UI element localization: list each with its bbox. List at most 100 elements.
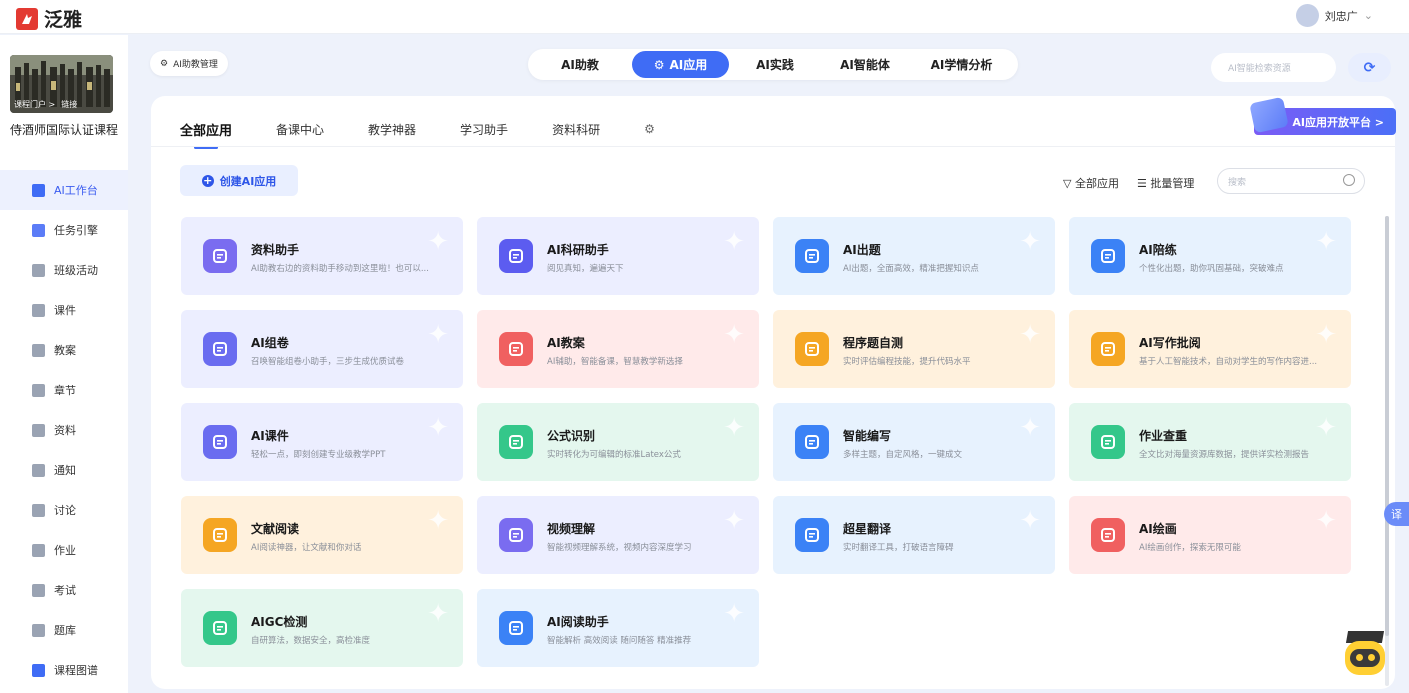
app-card[interactable]: 智能编写 多样主题，自定风格，一键成文 ✦: [773, 403, 1055, 481]
ai-workbench-icon: [32, 183, 45, 197]
chart-bubble-icon: [203, 239, 237, 273]
reading-icon: [499, 611, 533, 645]
tab-ai-assistant[interactable]: AI助教: [528, 51, 632, 78]
sidebar-item-1[interactable]: 任务引擎: [0, 210, 128, 250]
app-description: 自研算法，数据安全，高检准度: [251, 636, 371, 646]
chevron-down-icon: ⌄: [1363, 9, 1373, 22]
sidebar-item-label: 课件: [54, 304, 76, 317]
search-icon[interactable]: [1343, 174, 1355, 186]
avatar[interactable]: [1295, 4, 1319, 27]
app-title: 资料助手: [251, 243, 300, 257]
sidebar-item-0[interactable]: AI工作台: [0, 170, 128, 210]
apps-panel: 全部应用 备课中心 教学神器 学习助手 资料科研 ⚙ AI应用开放平台 > + …: [151, 96, 1396, 689]
platform-badge-icon: [1249, 96, 1289, 134]
app-card[interactable]: AI出题 AI出题，全面高效，精准把握知识点 ✦: [773, 217, 1055, 295]
scrollbar-thumb[interactable]: [1385, 216, 1389, 636]
tab-research[interactable]: 资料科研: [552, 109, 600, 149]
app-card[interactable]: 资料助手 AI助教右边的资料助手移动到这里啦！也可以... ✦: [181, 217, 463, 295]
tab-lesson-prep[interactable]: 备课中心: [276, 109, 324, 149]
sidebar-item-label: 教案: [54, 344, 76, 357]
sidebar-item-12[interactable]: 课程图谱: [0, 650, 128, 690]
tab-ai-learning-analysis[interactable]: AI学情分析: [909, 51, 1014, 78]
tab-teaching-tools[interactable]: 教学神器: [368, 109, 416, 149]
sparkle-icon: ✦: [1315, 413, 1337, 443]
app-description: AI阅读神器，让文献和你对话: [251, 543, 362, 553]
app-card[interactable]: AI陪练 个性化出题，助你巩固基础，突破难点 ✦: [1069, 217, 1351, 295]
app-card[interactable]: AIGC检测 自研算法，数据安全，高检准度 ✦: [181, 589, 463, 667]
tab-all-apps[interactable]: 全部应用: [180, 109, 232, 149]
user-menu[interactable]: 刘忠广 ⌄: [1295, 4, 1373, 27]
app-card[interactable]: AI写作批阅 基于人工智能技术，自动对学生的写作内容进... ✦: [1069, 310, 1351, 388]
app-card[interactable]: 视频理解 智能视频理解系统，视频内容深度学习 ✦: [477, 496, 759, 574]
sidebar-item-6[interactable]: 资料: [0, 410, 128, 450]
batch-manage-button[interactable]: ☰ 批量管理: [1137, 175, 1194, 191]
sidebar-item-2[interactable]: 班级活动: [0, 250, 128, 290]
sidebar-item-label: 作业: [54, 544, 76, 557]
logo-mark-icon: [16, 7, 38, 30]
sidebar-item-3[interactable]: 课件: [0, 290, 128, 330]
lesson-doc-icon: [499, 332, 533, 366]
translate-float-button[interactable]: 译: [1384, 502, 1409, 526]
category-tabs: 全部应用 备课中心 教学神器 学习助手 资料科研 ⚙: [180, 109, 699, 149]
course-portal-link[interactable]: 课程门户 >: [14, 99, 55, 110]
app-description: 召唤智能组卷小助手，三步生成优质试卷: [251, 357, 405, 367]
sparkle-icon: ✦: [723, 320, 745, 350]
app-card[interactable]: AI绘画 AI绘画创作，探索无限可能 ✦: [1069, 496, 1351, 574]
tab-ai-apps[interactable]: ⚙ AI应用: [632, 51, 729, 78]
tab-ai-practice[interactable]: AI实践: [729, 51, 821, 78]
formula-icon: [499, 425, 533, 459]
course-tags: 课程门户 > 链接: [14, 99, 77, 110]
tab-ai-agent[interactable]: AI智能体: [821, 51, 909, 78]
sidebar-item-10[interactable]: 考试: [0, 570, 128, 610]
sparkle-icon: ✦: [427, 320, 449, 350]
app-description: 轻松一点，即刻创建专业级教学PPT: [251, 450, 386, 460]
app-card[interactable]: 作业查重 全文比对海量资源库数据，提供详实检测报告 ✦: [1069, 403, 1351, 481]
app-card[interactable]: 公式识别 实时转化为可编辑的标准Latex公式 ✦: [477, 403, 759, 481]
sparkle-icon: ✦: [723, 599, 745, 629]
ai-resource-search-input[interactable]: AI智能检索资源: [1211, 53, 1336, 82]
app-description: 个性化出题，助你巩固基础，突破难点: [1139, 264, 1284, 274]
plus-icon: +: [201, 173, 214, 187]
app-card[interactable]: AI组卷 召唤智能组卷小助手，三步生成优质试卷 ✦: [181, 310, 463, 388]
course-graph-icon: [32, 663, 45, 677]
app-description: 实时翻译工具，打破语言障碍: [843, 543, 954, 553]
user-name: 刘忠广: [1324, 9, 1358, 23]
app-logo[interactable]: 泛雅: [16, 5, 82, 32]
chat-icon: [32, 503, 45, 517]
course-cover-image[interactable]: 课程门户 > 链接: [10, 55, 113, 113]
sidebar-item-11[interactable]: 题库: [0, 610, 128, 650]
list-icon: ☰: [1136, 177, 1151, 190]
course-title[interactable]: 侍酒师国际认证课程: [6, 122, 122, 138]
robot-eye: [1356, 654, 1363, 661]
ai-mascot-robot[interactable]: [1339, 631, 1391, 693]
tab-study-assistant[interactable]: 学习助手: [460, 109, 508, 149]
app-card[interactable]: 超星翻译 实时翻译工具，打破语言障碍 ✦: [773, 496, 1055, 574]
courseware-icon: [32, 303, 45, 317]
app-card[interactable]: 程序题自测 实时评估编程技能，提升代码水平 ✦: [773, 310, 1055, 388]
sparkle-icon: ✦: [427, 227, 449, 257]
app-search-input[interactable]: 搜索: [1217, 168, 1365, 194]
ai-open-platform-button[interactable]: AI应用开放平台 >: [1249, 96, 1396, 135]
category-settings-icon[interactable]: ⚙: [644, 109, 655, 149]
sidebar-item-5[interactable]: 章节: [0, 370, 128, 410]
task-engine-icon: [32, 223, 45, 237]
translate-icon: [795, 518, 829, 552]
filter-all-button[interactable]: ▽ 全部应用: [1063, 175, 1119, 191]
sidebar-item-9[interactable]: 作业: [0, 530, 128, 570]
app-card[interactable]: AI教案 AI辅助，智能备课，智慧教学新选择 ✦: [477, 310, 759, 388]
sidebar-item-7[interactable]: 通知: [0, 450, 128, 490]
app-card[interactable]: AI课件 轻松一点，即刻创建专业级教学PPT ✦: [181, 403, 463, 481]
ai-search-button[interactable]: ⟳: [1348, 53, 1391, 82]
sidebar-item-8[interactable]: 讨论: [0, 490, 128, 530]
create-ai-app-button[interactable]: + 创建AI应用: [180, 165, 298, 196]
app-card[interactable]: AI科研助手 阅见真知，遍遍天下 ✦: [477, 217, 759, 295]
app-card[interactable]: AI阅读助手 智能解析 高效阅读 随问随答 精准推荐 ✦: [477, 589, 759, 667]
course-link[interactable]: 链接: [61, 99, 77, 110]
sparkle-icon: ✦: [723, 227, 745, 257]
app-card[interactable]: 文献阅读 AI阅读神器，让文献和你对话 ✦: [181, 496, 463, 574]
scrollbar[interactable]: [1385, 216, 1389, 686]
sidebar-item-4[interactable]: 教案: [0, 330, 128, 370]
main-tabs: AI助教 ⚙ AI应用 AI实践 AI智能体 AI学情分析: [528, 49, 1018, 80]
ai-assistant-manage-button[interactable]: ⚙ AI助教管理: [150, 51, 228, 76]
sidebar-item-label: 任务引擎: [54, 224, 98, 237]
